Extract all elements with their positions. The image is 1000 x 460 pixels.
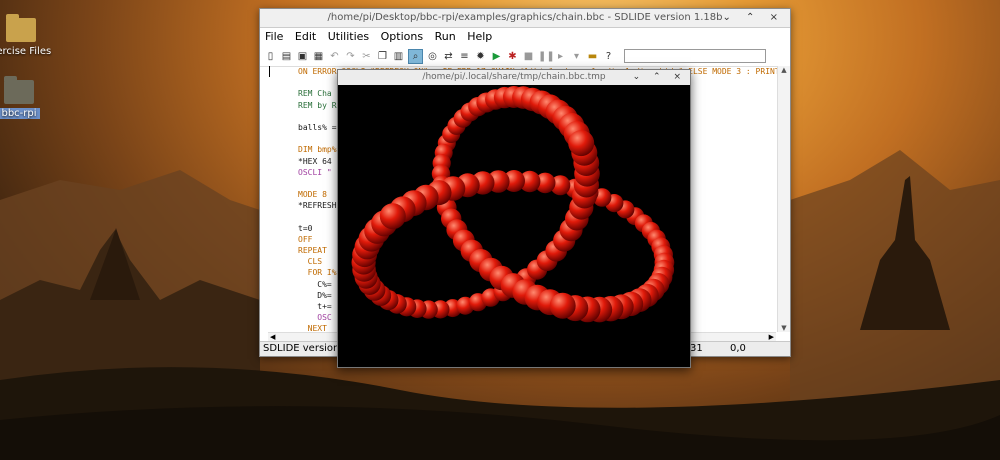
folder-icon [4, 76, 34, 104]
menu-run[interactable]: Run [435, 30, 456, 43]
pause-icon[interactable]: ❚❚ [538, 50, 555, 63]
print-icon[interactable]: ▦ [312, 50, 325, 63]
chain-graphics-canvas [351, 86, 675, 323]
scroll-right-icon[interactable]: ▶ [769, 333, 774, 341]
find-icon[interactable]: ⌕ [408, 48, 423, 64]
menu-bar: File Edit Utilities Options Run Help [260, 28, 790, 46]
text-caret [269, 66, 270, 77]
output-window-title: /home/pi/.local/share/tmp/chain.bbc.tmp [422, 72, 606, 82]
run-icon[interactable]: ▶ [490, 50, 503, 63]
menu-help[interactable]: Help [467, 30, 492, 43]
toolbar-search-input[interactable] [624, 49, 766, 63]
output-titlebar[interactable]: /home/pi/.local/share/tmp/chain.bbc.tmp … [338, 70, 690, 85]
desktop-icon-bbc-rpi[interactable]: bbc-rpi [0, 76, 54, 119]
status-cursor-position: 0,0 [730, 343, 746, 354]
output-window: /home/pi/.local/share/tmp/chain.bbc.tmp … [337, 69, 691, 368]
step-into-icon[interactable]: ▾ [570, 50, 583, 63]
stop-icon[interactable]: ■ [522, 50, 535, 63]
window-title: /home/pi/Desktop/bbc-rpi/examples/graphi… [327, 12, 723, 23]
chain-ball [379, 203, 406, 230]
settings-gear-icon[interactable]: ✹ [474, 50, 487, 63]
new-file-icon[interactable]: ▯ [264, 50, 277, 63]
replace-icon[interactable]: ⇄ [442, 50, 455, 63]
desktop-icon-label: bbc-rpi [0, 108, 40, 119]
toolbar: ▯ ▤ ▣ ▦ ↶ ↷ ✂ ❐ ▥ ⌕ ◎ ⇄ ≡ ✹ ▶ ✱ ■ ❚❚ ▸ ▾… [260, 46, 790, 67]
renumber-icon[interactable]: ≡ [458, 50, 471, 63]
menu-options[interactable]: Options [381, 30, 423, 43]
context-help-icon[interactable]: ? [602, 50, 615, 63]
scroll-up-icon[interactable]: ▲ [778, 66, 790, 74]
menu-edit[interactable]: Edit [295, 30, 316, 43]
paste-icon[interactable]: ▥ [392, 50, 405, 63]
undo-icon[interactable]: ↶ [328, 50, 341, 63]
redo-icon[interactable]: ↷ [344, 50, 357, 63]
copy-icon[interactable]: ❐ [376, 50, 389, 63]
folder-icon [6, 14, 36, 42]
ide-titlebar[interactable]: /home/pi/Desktop/bbc-rpi/examples/graphi… [260, 9, 790, 28]
menu-file[interactable]: File [265, 30, 283, 43]
window-controls[interactable]: ⌄ ⌃ × [723, 9, 785, 27]
chain-ball [549, 292, 576, 319]
binoculars-icon[interactable]: ◎ [426, 50, 439, 63]
scroll-down-icon[interactable]: ▼ [778, 324, 790, 332]
menu-utilities[interactable]: Utilities [328, 30, 369, 43]
status-line-count: 31 [690, 343, 703, 354]
chain-ball [568, 130, 595, 157]
output-window-controls[interactable]: ⌄ ⌃ × [633, 70, 686, 85]
desktop-icon-label: xercise Files [0, 46, 52, 57]
debug-bug-icon[interactable]: ✱ [506, 50, 519, 63]
cut-icon[interactable]: ✂ [360, 50, 373, 63]
step-icon[interactable]: ▸ [554, 50, 567, 63]
save-icon[interactable]: ▣ [296, 50, 309, 63]
scroll-left-icon[interactable]: ◀ [270, 333, 275, 341]
open-folder-icon[interactable]: ▤ [280, 50, 293, 63]
desktop-icon-folder[interactable]: xercise Files [0, 14, 56, 57]
vertical-scrollbar[interactable]: ▲ ▼ [777, 66, 790, 332]
compile-icon[interactable]: ▬ [586, 50, 599, 63]
